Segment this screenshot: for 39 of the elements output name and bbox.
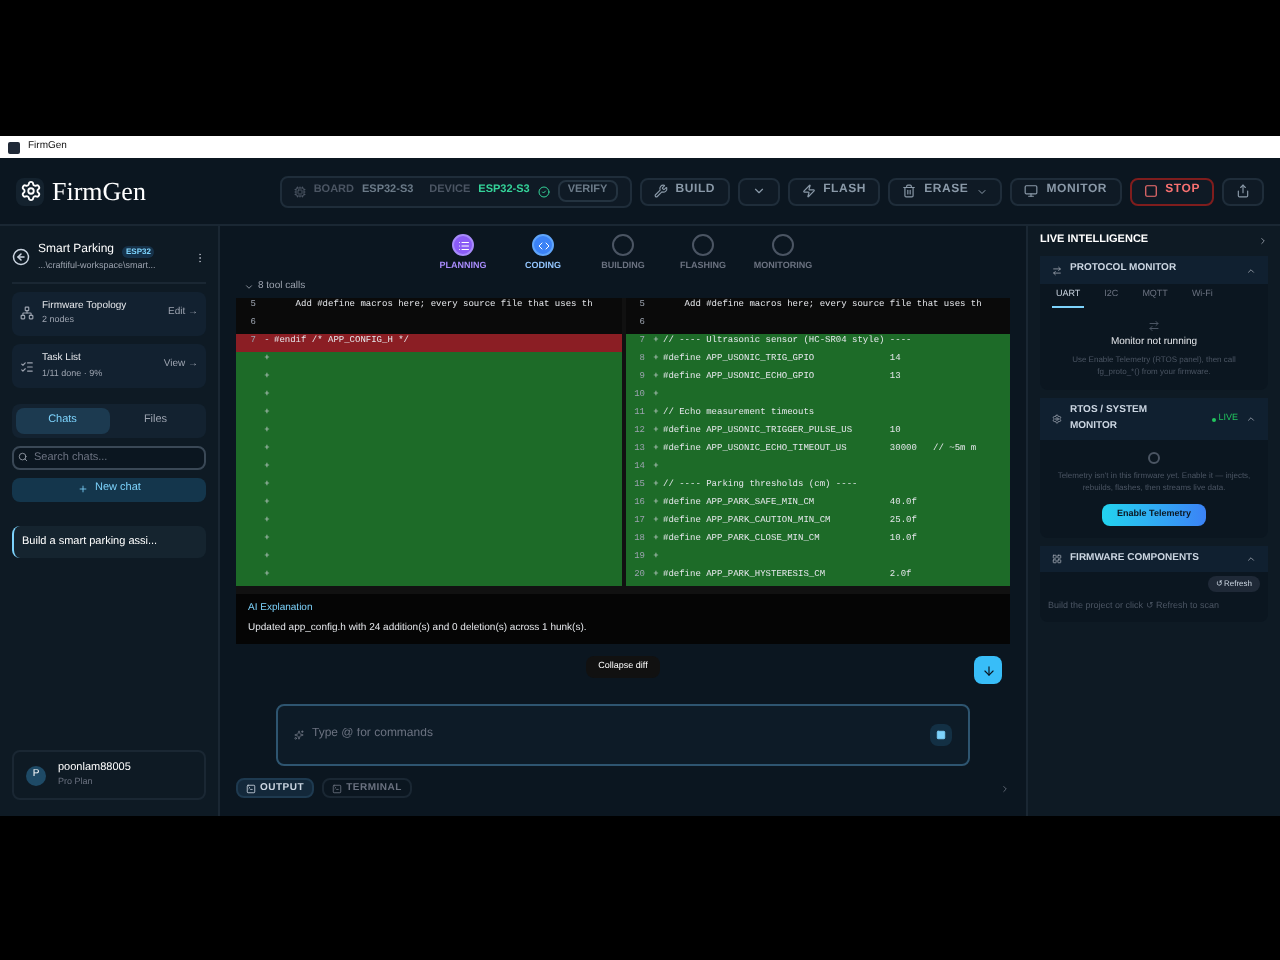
collapse-icon[interactable] bbox=[1246, 554, 1256, 564]
code-icon bbox=[537, 239, 549, 251]
app-logo: FirmGen bbox=[52, 173, 146, 210]
build-icon bbox=[653, 184, 668, 198]
telemetry-icon bbox=[1148, 452, 1160, 464]
monitor-icon bbox=[1024, 184, 1039, 198]
plus-icon bbox=[77, 484, 88, 494]
collapse-icon[interactable] bbox=[1246, 265, 1256, 275]
checklist-icon bbox=[20, 359, 34, 374]
check-icon bbox=[537, 185, 550, 197]
app-icon bbox=[8, 141, 20, 153]
caret-icon bbox=[751, 184, 766, 198]
terminal-icon bbox=[246, 783, 256, 794]
erase-icon bbox=[902, 184, 917, 198]
collapse-icon[interactable] bbox=[1246, 414, 1256, 424]
share-button[interactable] bbox=[1222, 177, 1264, 205]
share-icon bbox=[1236, 184, 1250, 198]
chevron-right-icon[interactable] bbox=[1258, 235, 1268, 246]
chip-icon bbox=[293, 185, 306, 197]
back-icon bbox=[12, 248, 30, 267]
sparkle-icon bbox=[294, 730, 304, 741]
grid-icon bbox=[1052, 554, 1062, 564]
terminal-icon bbox=[332, 783, 343, 794]
arrow-down-icon bbox=[981, 663, 995, 678]
swap-icon bbox=[1148, 319, 1160, 331]
swap-icon bbox=[1052, 265, 1062, 275]
scroll-down-button[interactable] bbox=[974, 656, 1002, 685]
stop-icon bbox=[1143, 184, 1158, 198]
caret-icon bbox=[976, 185, 989, 197]
stop-icon bbox=[936, 730, 946, 741]
network-icon bbox=[20, 306, 34, 321]
logo-icon bbox=[16, 177, 44, 205]
chevron-right-icon[interactable] bbox=[1000, 783, 1010, 794]
stop-button[interactable] bbox=[930, 724, 952, 747]
chevron-icon bbox=[244, 282, 254, 292]
flash-icon bbox=[801, 184, 816, 198]
gear-icon bbox=[1052, 414, 1062, 424]
search-icon bbox=[18, 452, 28, 462]
list-icon bbox=[457, 239, 469, 251]
